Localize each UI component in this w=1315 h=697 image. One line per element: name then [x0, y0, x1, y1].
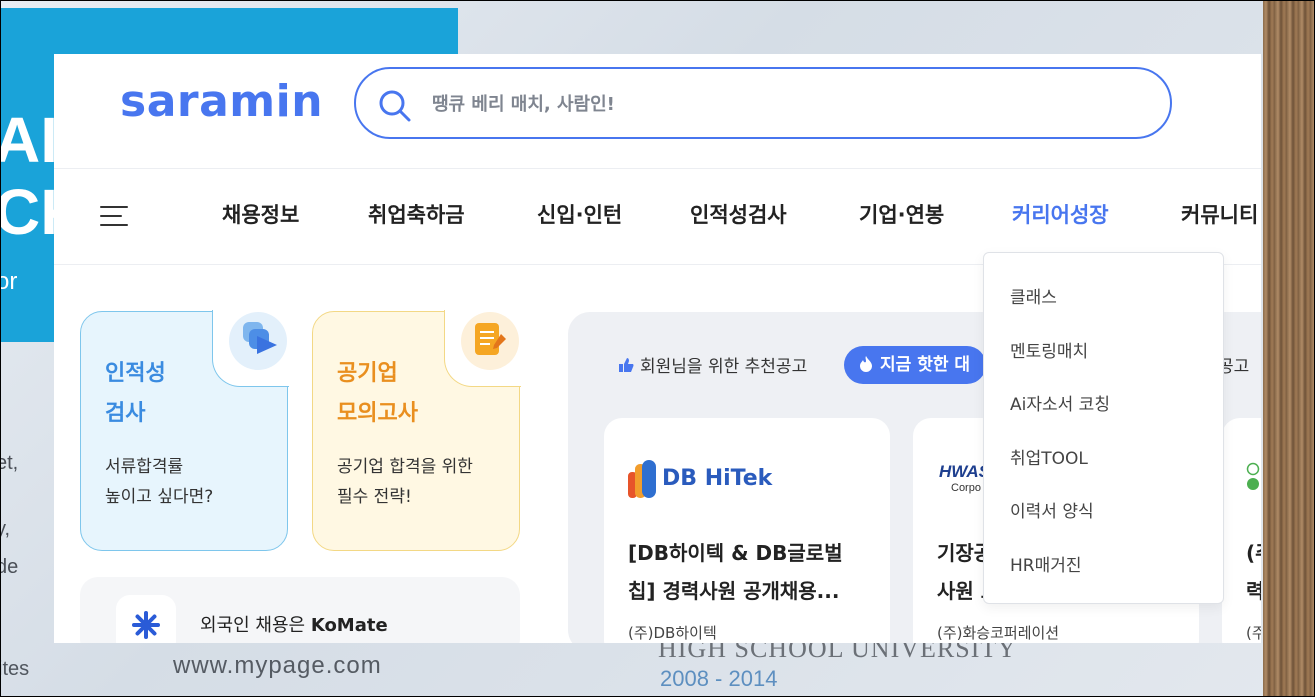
saramin-logo[interactable]: saramin: [120, 76, 323, 127]
komate-text: 외국인 채용은 KoMate: [200, 615, 388, 636]
poster-text: or: [0, 268, 18, 295]
dropdown-item-resume-form[interactable]: 이력서 양식: [1010, 497, 1094, 522]
thumbs-icon: [619, 358, 634, 372]
nav-item-jobs[interactable]: 채용정보: [222, 199, 299, 229]
aptitude-test-card[interactable]: 인적성 검사 서류합격률 높이고 싶다면?: [80, 310, 289, 551]
dropdown-item-hr-magazine[interactable]: HR매거진: [1010, 551, 1082, 576]
nav-item-career[interactable]: 커리어성장: [1012, 199, 1109, 229]
job-card[interactable]: DB HiTek [DB하이텍 & DB글로벌 칩] 경력사원 공개채용... …: [604, 418, 890, 643]
background-wood: [1263, 0, 1315, 697]
background-url-text: www.mypage.com: [173, 652, 382, 679]
card-description: 공기업 합격을 위한 필수 전략!: [337, 457, 473, 507]
job-company: (주: [1246, 624, 1261, 642]
recommend-tab-hot[interactable]: 지금 핫한 대: [844, 346, 987, 384]
asterisk-icon: [116, 595, 176, 643]
search-icon[interactable]: [378, 89, 412, 123]
nav-item-company[interactable]: 기업·연봉: [859, 199, 944, 229]
dropdown-item-ai-coaching[interactable]: Ai자소서 코칭: [1010, 390, 1110, 415]
komate-banner[interactable]: 외국인 채용은 KoMate: [80, 577, 520, 643]
job-title: [DB하이텍 & DB글로벌 칩] 경력사원 공개채용...: [628, 541, 843, 603]
job-company: (주)화승코퍼레이션: [937, 624, 1060, 642]
paper-text: y,: [0, 518, 11, 540]
main-nav: 채용정보 취업축하금 신입·인턴 인적성검사 기업·연봉 커리어성장 커뮤니티: [54, 169, 1261, 265]
job-title: (주 력: [1246, 541, 1261, 603]
dropdown-item-mentoring[interactable]: 멘토링매치: [1010, 337, 1088, 362]
card-title: 인적성 검사: [105, 361, 166, 426]
header: saramin: [54, 54, 1261, 169]
card-title: 공기업 모의고사: [337, 361, 418, 426]
background-years-text: 2008 - 2014: [660, 666, 778, 691]
recommend-tab-member[interactable]: 회원님을 위한 추천공고: [616, 352, 807, 377]
paper-text: de: [0, 556, 19, 578]
job-company: (주)DB하이텍: [628, 624, 717, 642]
job-card[interactable]: (주 력 (주: [1222, 418, 1261, 643]
video-icon: [229, 312, 287, 370]
paper-text: ites: [0, 658, 30, 680]
company-logo-icon: [1246, 462, 1261, 501]
nav-item-community[interactable]: 커뮤니티: [1181, 199, 1258, 229]
card-description: 서류합격률 높이고 싶다면?: [105, 457, 214, 507]
career-dropdown-menu: 클래스 멘토링매치 Ai자소서 코칭 취업TOOL 이력서 양식 HR매거진: [983, 252, 1224, 604]
nav-item-aptitude[interactable]: 인적성검사: [690, 199, 787, 229]
dropdown-item-tool[interactable]: 취업TOOL: [1010, 444, 1088, 469]
nav-item-intern[interactable]: 신입·인턴: [537, 199, 622, 229]
poster-text: AI: [0, 104, 58, 176]
public-exam-card[interactable]: 공기업 모의고사 공기업 합격을 위한 필수 전략!: [312, 310, 521, 551]
search-bar[interactable]: [354, 67, 1172, 139]
fire-icon: [860, 356, 872, 372]
dropdown-item-class[interactable]: 클래스: [1010, 283, 1057, 308]
paper-text: et,: [0, 452, 19, 474]
hamburger-menu-icon[interactable]: [100, 206, 130, 228]
document-icon: [461, 312, 519, 370]
promo-area: 인적성 검사 서류합격률 높이고 싶다면? 공기업 모의고사 공기업 합격을 위…: [80, 310, 521, 643]
search-input[interactable]: [430, 87, 1134, 121]
nav-item-bonus[interactable]: 취업축하금: [368, 199, 465, 229]
